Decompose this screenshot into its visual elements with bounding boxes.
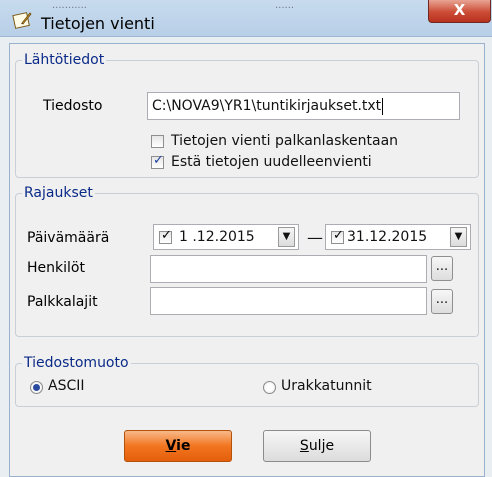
close-icon: X [453,1,466,19]
checkmark-icon: ✓ [333,228,344,243]
sulje-label: ulje [308,438,335,454]
window-title: Tietojen vienti [41,14,155,33]
paper-pen-icon [12,12,32,29]
persons-label: Henkilöt [27,260,85,276]
paytypes-browse-button[interactable]: ... [431,289,453,314]
persons-browse-button[interactable]: ... [431,256,453,281]
vie-mnemonic: V [165,438,177,454]
sulje-mnemonic: S [299,438,309,454]
group-rajaukset-legend: Rajaukset [24,185,93,201]
file-path-input[interactable]: C:\NOVA9\YR1\tuntikirjaukset.txt [147,92,460,120]
window-titlebar[interactable]: ........... ...... Tietojen vienti X [0,0,492,37]
group-tiedostomuoto-legend: Tiedostomuoto [24,355,129,371]
radio-urakkatunnit-label: Urakkatunnit [281,378,372,394]
vie-button[interactable]: Vie [124,430,232,462]
checkbox-uudelleenvienti[interactable]: ✓ [151,153,164,169]
radio-selected-dot [33,384,40,391]
chevron-down-icon[interactable]: ▼ [450,227,467,247]
date-separator: — [307,228,323,247]
close-button[interactable]: X [428,0,491,23]
sulje-button[interactable]: Sulje [263,430,371,462]
text-caret [382,97,384,115]
paytypes-label: Palkkalajit [27,294,98,310]
date-from-checkbox[interactable]: ✓ [159,228,172,244]
persons-input[interactable] [150,255,427,283]
date-label: Päivämäärä [27,230,110,246]
checkmark-icon: ✓ [153,153,164,168]
radio-ascii-label: ASCII [48,378,85,394]
ellipsis-icon: ... [435,292,449,307]
file-label: Tiedosto [43,98,103,114]
file-path-value: C:\NOVA9\YR1\tuntikirjaukset.txt [152,98,382,114]
ellipsis-icon: ... [435,259,449,274]
radio-ascii[interactable] [30,381,43,394]
radio-urakkatunnit[interactable] [263,381,276,394]
checkbox-palkanlaskenta[interactable] [151,135,164,148]
date-to-checkbox[interactable]: ✓ [331,228,344,244]
vie-label: ie [176,438,191,454]
group-tiedostomuoto: Tiedostomuoto [15,355,479,407]
group-lahtotiedot-legend: Lähtötiedot [24,52,105,68]
paytypes-input[interactable] [150,287,427,315]
checkbox-palkanlaskenta-label: Tietojen vienti palkanlaskentaan [171,133,399,149]
chevron-down-icon[interactable]: ▼ [278,227,295,247]
date-to-value: 31.12.2015 [347,229,428,245]
background-ghost-text: ........... [52,0,87,11]
background-ghost-text: ...... [275,0,295,11]
date-to-picker[interactable]: ✓ 31.12.2015 ▼ [325,224,471,250]
date-from-picker[interactable]: ✓ 1 .12.2015 ▼ [153,224,299,250]
checkbox-uudelleenvienti-label: Estä tietojen uudelleenvienti [171,154,372,170]
dialog-body: Lähtötiedot Tiedosto C:\NOVA9\YR1\tuntik… [9,43,485,477]
checkmark-icon: ✓ [161,228,172,243]
date-from-value: 1 .12.2015 [179,229,255,245]
